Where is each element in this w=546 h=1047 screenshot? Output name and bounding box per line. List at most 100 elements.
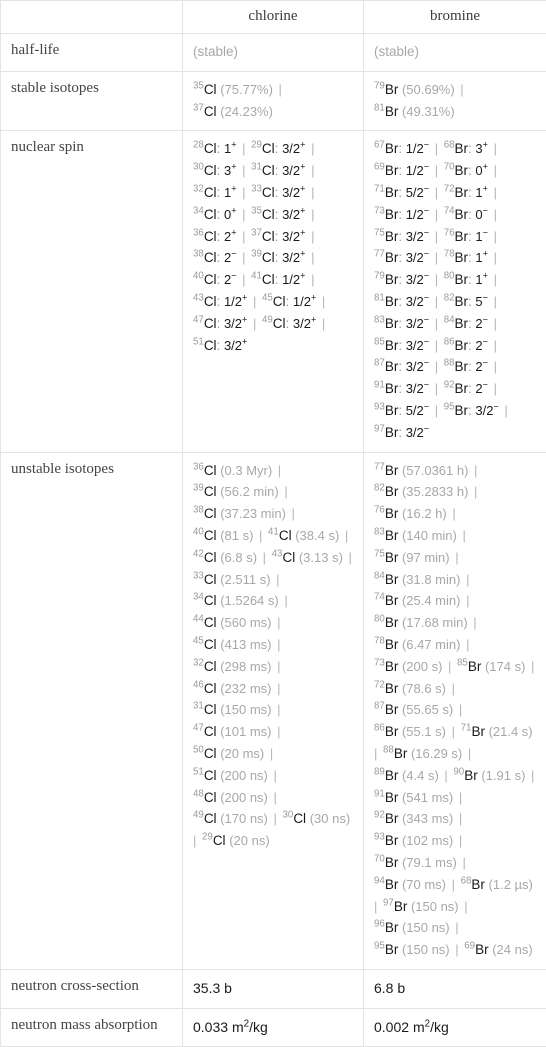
row-label-neutron-cross-section: neutron cross-section — [1, 969, 183, 1008]
spin-value: 3/2+ — [282, 207, 305, 222]
spin-value: 2− — [224, 250, 237, 265]
separator: | — [429, 272, 444, 287]
row-label-nuclear-spin: nuclear spin — [1, 131, 183, 452]
isotope-entry: 84Br (31.8 min) — [374, 572, 460, 587]
nuclide-symbol: 69Br — [374, 163, 398, 178]
isotope-note: (25.4 min) — [402, 593, 461, 608]
separator: | — [271, 702, 282, 717]
isotope-note: (560 ms) — [220, 615, 271, 630]
spin-value: 3+ — [224, 163, 237, 178]
spin-value: 3/2+ — [224, 338, 247, 353]
isotope-entry: 81Br (49.31%) — [374, 104, 455, 119]
nuclide-symbol: 29Cl — [251, 141, 275, 156]
isotope-entry: 30Cl (30 ns) — [283, 811, 351, 826]
isotope-entry: 43Cl (3.13 s) — [272, 550, 343, 565]
separator: | — [305, 250, 316, 265]
separator: | — [237, 207, 252, 222]
header-cell-chlorine: chlorine — [183, 1, 364, 34]
nuclide-symbol: 39Cl — [251, 250, 275, 265]
isotope-note: (140 min) — [402, 528, 457, 543]
nuclide-symbol: 43Cl — [193, 294, 217, 309]
cell-bromine-neutron-mass-absorption: 0.002 m2/kg — [364, 1008, 546, 1047]
separator: | — [271, 615, 282, 630]
isotope-entry: 41Cl (38.4 s) — [268, 528, 339, 543]
value-unit: m2/kg — [232, 1019, 268, 1035]
isotope-entry: 92Br (343 ms) — [374, 811, 453, 826]
nuclide-symbol: 68Br — [461, 877, 485, 892]
spin-value: 1/2+ — [224, 294, 247, 309]
spin-value: 2− — [475, 338, 488, 353]
separator: | — [429, 294, 444, 309]
cell-chlorine-stable-isotopes: 35Cl (75.77%) | 37Cl (24.23%) — [183, 71, 364, 131]
isotope-entry: 72Br: 1+ — [444, 185, 488, 200]
nuclide-symbol: 41Cl — [251, 272, 275, 287]
isotope-entry: 46Cl (232 ms) — [193, 681, 271, 696]
isotope-note: (97 min) — [402, 550, 450, 565]
nuclide-symbol: 36Cl — [193, 463, 217, 478]
isotope-note: (78.6 s) — [402, 681, 446, 696]
separator: | — [439, 768, 454, 783]
isotope-entry: 74Br (25.4 min) — [374, 593, 460, 608]
separator: | — [429, 338, 444, 353]
separator: | — [429, 207, 444, 222]
isotope-note: (55.65 s) — [402, 702, 453, 717]
nuclide-symbol: 87Br — [374, 359, 398, 374]
row-label-neutron-mass-absorption: neutron mass absorption — [1, 1008, 183, 1047]
nuclide-symbol: 84Br — [374, 572, 398, 587]
nuclide-symbol: 93Br — [374, 403, 398, 418]
nuclide-symbol: 50Cl — [193, 746, 217, 761]
separator: | — [268, 790, 279, 805]
isotope-entry: 95Br (150 ns) — [374, 942, 450, 957]
nuclide-symbol: 49Cl — [193, 811, 217, 826]
isotope-entry: 68Br: 3+ — [444, 141, 488, 156]
isotope-note: (413 ms) — [220, 637, 271, 652]
row-label-unstable-isotopes: unstable isotopes — [1, 452, 183, 969]
nuclide-symbol: 70Br — [444, 163, 468, 178]
nuclide-symbol: 79Br — [374, 82, 398, 97]
nuclide-symbol: 44Cl — [193, 615, 217, 630]
nuclide-symbol: 49Cl — [262, 316, 286, 331]
spin-value: 3+ — [475, 141, 488, 156]
separator: | — [264, 746, 275, 761]
separator: | — [429, 359, 444, 374]
isotope-entry: 35Cl: 3/2+ — [251, 207, 305, 222]
isotope-entry: 72Br (78.6 s) — [374, 681, 446, 696]
isotope-entry: 37Cl (24.23%) — [193, 104, 273, 119]
nuclide-symbol: 37Cl — [193, 104, 217, 119]
isotope-note: (102 ms) — [402, 833, 453, 848]
nuclide-symbol: 39Cl — [193, 484, 217, 499]
nuclide-symbol: 31Cl — [193, 702, 217, 717]
nuclide-symbol: 36Cl — [193, 229, 217, 244]
table-row: neutron cross-section35.3 b6.8 b — [1, 969, 546, 1008]
spin-value: 3/2− — [406, 316, 429, 331]
separator: | — [268, 768, 279, 783]
isotope-entry: 80Br: 1+ — [444, 272, 488, 287]
isotope-note: (101 ms) — [220, 724, 271, 739]
isotope-note: (49.31%) — [402, 104, 455, 119]
separator: | — [488, 316, 499, 331]
separator: | — [279, 484, 290, 499]
isotope-note: (70 ms) — [402, 877, 446, 892]
separator: | — [488, 338, 499, 353]
isotope-note: (75.77%) — [220, 82, 273, 97]
isotope-entry: 79Br: 3/2− — [374, 272, 429, 287]
isotope-entry: 38Cl: 2− — [193, 250, 237, 265]
isotope-entry: 47Cl: 3/2+ — [193, 316, 247, 331]
isotope-note: (174 s) — [485, 659, 525, 674]
nuclide-symbol: 80Br — [374, 615, 398, 630]
isotope-entry: 40Cl (81 s) — [193, 528, 253, 543]
isotope-entry: 31Cl (150 ms) — [193, 702, 271, 717]
isotope-note: (150 ms) — [220, 702, 271, 717]
isotope-note: (20 ns) — [229, 833, 269, 848]
separator: | — [459, 899, 470, 914]
nuclide-symbol: 88Br — [383, 746, 407, 761]
isotope-entry: 49Cl: 3/2+ — [262, 316, 316, 331]
isotope-entry: 47Cl (101 ms) — [193, 724, 271, 739]
nuclide-symbol: 86Br — [374, 724, 398, 739]
isotope-entry: 91Br (541 ms) — [374, 790, 453, 805]
nuclide-symbol: 48Cl — [193, 790, 217, 805]
separator: | — [460, 572, 471, 587]
separator: | — [525, 768, 536, 783]
nuclide-symbol: 32Cl — [193, 185, 217, 200]
nuclide-symbol: 97Br — [374, 425, 398, 440]
